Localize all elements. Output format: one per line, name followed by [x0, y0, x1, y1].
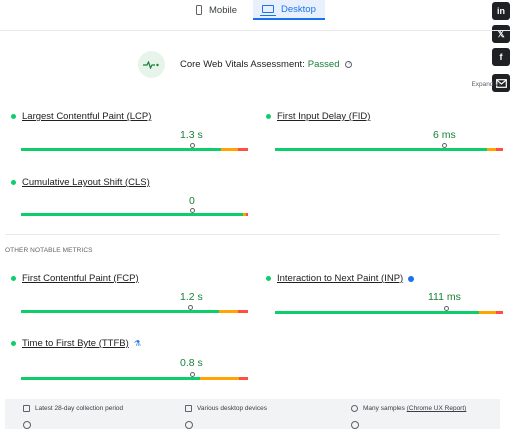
cwv-assessment: Core Web Vitals Assessment: Passed ? [138, 51, 353, 78]
good-status-icon [266, 276, 271, 281]
fcp-link[interactable]: First Contentful Paint (FCP) [22, 273, 139, 284]
users-icon [351, 405, 358, 412]
devices-icon [185, 405, 192, 412]
help-icon[interactable]: ? [345, 61, 353, 68]
needs-improvement-segment [479, 311, 496, 314]
cls-link[interactable]: Cumulative Layout Shift (CLS) [22, 177, 150, 188]
good-status-icon [11, 114, 16, 119]
metric-cls-title: Cumulative Layout Shift (CLS) [11, 177, 150, 188]
needs-improvement-segment [199, 377, 239, 380]
fcp-marker [188, 305, 193, 310]
good-segment [275, 311, 480, 314]
good-segment [21, 310, 220, 313]
phone-icon [196, 5, 202, 15]
fid-value: 6 ms [433, 129, 456, 141]
good-status-icon [11, 276, 16, 281]
fid-marker [442, 143, 447, 148]
metric-lcp-title: Largest Contentful Paint (LCP) [11, 111, 151, 122]
collection-period-label: Latest 28-day collection period [35, 405, 124, 412]
fcp-value: 1.2 s [180, 291, 203, 303]
good-segment [275, 148, 488, 151]
expand-view-link[interactable]: Expand vi [471, 81, 500, 88]
poor-segment [238, 148, 248, 151]
good-status-icon [11, 180, 16, 185]
inp-distribution-bar [275, 311, 503, 314]
device-type-label: Various desktop devices [197, 405, 267, 412]
poor-segment [245, 213, 248, 216]
pulse-icon [138, 51, 165, 78]
ttfb-marker [190, 372, 195, 377]
tab-desktop-label: Desktop [281, 3, 316, 15]
data-source-footer: Latest 28-day collection period Various … [5, 399, 500, 429]
collection-period: Latest 28-day collection period [23, 405, 123, 412]
device-tabs: Mobile Desktop [0, 0, 512, 20]
poor-segment [495, 311, 503, 314]
good-segment [21, 148, 222, 151]
cls-value: 0 [189, 195, 195, 207]
connection-icon [185, 421, 193, 429]
poor-segment [238, 310, 248, 313]
calendar-icon [23, 405, 30, 412]
good-segment [21, 377, 200, 380]
sample-size: Many samples (Chrome UX Report) [351, 405, 466, 412]
cls-distribution-bar [21, 213, 248, 216]
good-segment [21, 213, 244, 216]
lcp-marker [190, 143, 195, 148]
good-status-icon [266, 114, 271, 119]
needs-improvement-segment [219, 310, 239, 313]
fid-link[interactable]: First Input Delay (FID) [277, 111, 370, 122]
lcp-value: 1.3 s [180, 129, 203, 141]
needs-improvement-segment [221, 148, 239, 151]
metric-ttfb-title: Time to First Byte (TTFB) ⚗ [11, 338, 141, 349]
sample-size-label: Many samples [363, 405, 405, 412]
ttfb-link[interactable]: Time to First Byte (TTFB) [22, 338, 129, 349]
poor-segment [238, 377, 248, 380]
good-status-icon [11, 341, 16, 346]
inp-marker [444, 306, 449, 311]
inp-value: 111 ms [428, 291, 461, 303]
tab-desktop[interactable]: Desktop [253, 0, 325, 20]
fid-distribution-bar [275, 148, 503, 151]
laptop-icon [260, 5, 276, 16]
lcp-distribution-bar [21, 148, 248, 151]
section-divider [5, 234, 500, 235]
inp-link[interactable]: Interaction to Next Paint (INP) [277, 273, 403, 284]
other-metrics-heading: OTHER NOTABLE METRICS [5, 247, 93, 254]
assessment-status: Passed [307, 59, 340, 70]
needs-improvement-segment [487, 148, 497, 151]
metric-fid-title: First Input Delay (FID) [266, 111, 370, 122]
experimental-icon: ⚗ [133, 339, 141, 348]
field-data-card: Core Web Vitals Assessment: Passed ? Exp… [0, 30, 510, 429]
poor-segment [496, 148, 503, 151]
device-type: Various desktop devices [185, 405, 267, 412]
fcp-distribution-bar [21, 310, 248, 313]
cls-marker [190, 208, 195, 213]
duration-icon [23, 421, 31, 429]
ttfb-value: 0.8 s [180, 357, 203, 369]
info-icon[interactable] [408, 275, 415, 282]
chrome-ux-report-link[interactable]: (Chrome UX Report) [407, 405, 467, 412]
metric-inp-title: Interaction to Next Paint (INP) [266, 273, 415, 284]
lcp-link[interactable]: Largest Contentful Paint (LCP) [22, 111, 151, 122]
metric-fcp-title: First Contentful Paint (FCP) [11, 273, 139, 284]
assessment-label: Core Web Vitals Assessment: [180, 59, 305, 70]
tab-mobile[interactable]: Mobile [193, 0, 253, 20]
linkedin-icon[interactable]: in [492, 2, 510, 20]
tab-mobile-label: Mobile [209, 4, 237, 16]
version-icon [351, 421, 359, 429]
ttfb-distribution-bar [21, 377, 248, 380]
